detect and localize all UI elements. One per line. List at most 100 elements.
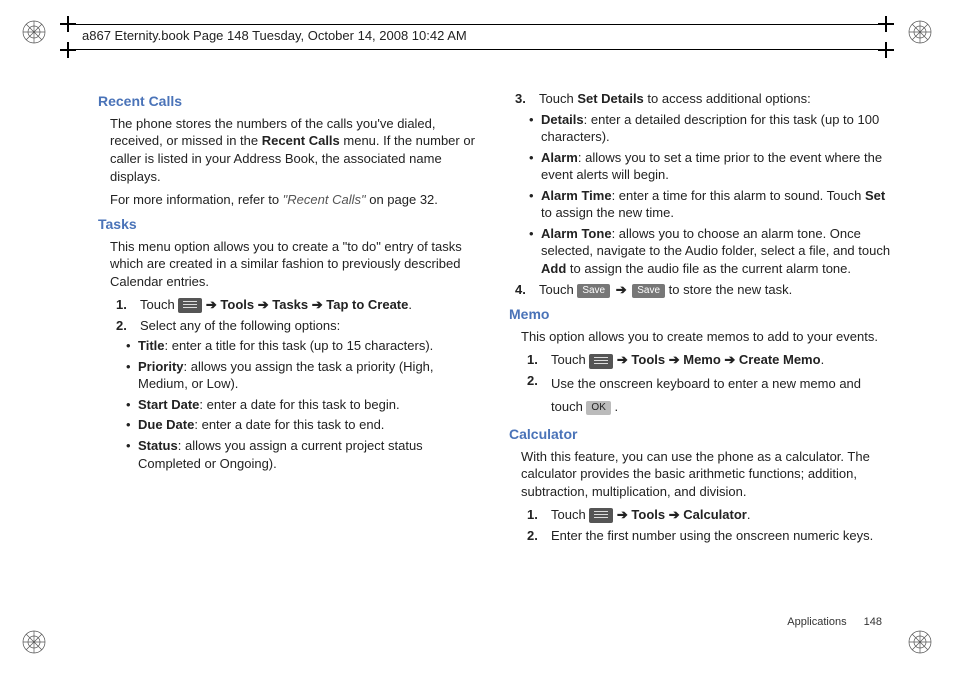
option-text: : enter a date for this task to begin. [199, 397, 399, 412]
text: . [747, 507, 751, 522]
step-1: 1. Touch ➔ Tools ➔ Calculator. [527, 506, 892, 524]
text: . [611, 399, 618, 414]
step-body: Select any of the following options: [140, 317, 481, 335]
step-4: 4. Touch Save ➔ Save to store the new ta… [515, 281, 892, 299]
nav-path: ➔ Tools ➔ Tasks ➔ Tap to Create [202, 297, 408, 312]
step-body: Enter the first number using the onscree… [551, 527, 892, 545]
banner-rule-top [68, 24, 886, 25]
tasks-options: Title: enter a title for this task (up t… [126, 337, 481, 472]
option-label: Priority [138, 359, 184, 374]
step-number: 1. [527, 506, 551, 524]
text: . [821, 352, 825, 367]
option-label: Details [541, 112, 584, 127]
option-label: Title [138, 338, 165, 353]
option-alarm-time: Alarm Time: enter a time for this alarm … [529, 187, 892, 222]
text: For more information, refer to [110, 192, 283, 207]
recent-calls-paragraph-1: The phone stores the numbers of the call… [110, 115, 481, 185]
body-columns: Recent Calls The phone stores the number… [98, 86, 892, 622]
page-footer: Applications 148 [787, 616, 882, 628]
ornament-top-left [22, 20, 46, 44]
option-text: : enter a detailed description for this … [541, 112, 879, 145]
calculator-steps: 1. Touch ➔ Tools ➔ Calculator. 2. Enter … [527, 506, 892, 544]
option-alarm: Alarm: allows you to set a time prior to… [529, 149, 892, 184]
add-bold: Add [541, 261, 566, 276]
text: Touch [551, 352, 589, 367]
option-label: Alarm Time [541, 188, 612, 203]
save-button-graphic: Save [577, 284, 610, 298]
option-details: Details: enter a detailed description fo… [529, 111, 892, 146]
option-label: Start Date [138, 397, 199, 412]
crop-mark-icon [60, 16, 76, 32]
text: on page 32. [366, 192, 438, 207]
heading-recent-calls: Recent Calls [98, 92, 481, 111]
ok-button-graphic: OK [586, 401, 610, 415]
option-text: : enter a title for this task (up to 15 … [165, 338, 434, 353]
step-body: Touch Set Details to access additional o… [539, 90, 892, 108]
recent-calls-bold: Recent Calls [262, 133, 340, 148]
header-title: a867 Eternity.book Page 148 Tuesday, Oct… [82, 28, 467, 43]
option-priority: Priority: allows you assign the task a p… [126, 358, 481, 393]
option-status: Status: allows you assign a current proj… [126, 437, 481, 472]
tasks-steps-cont: 3. Touch Set Details to access additiona… [515, 90, 892, 108]
set-details-options: Details: enter a detailed description fo… [529, 111, 892, 278]
text: Touch [551, 507, 589, 522]
option-label: Due Date [138, 417, 194, 432]
step-2: 2. Select any of the following options: [116, 317, 481, 335]
step-number: 1. [116, 296, 140, 314]
option-label: Alarm Tone [541, 226, 612, 241]
footer-page-number: 148 [864, 616, 882, 628]
tasks-steps: 1. Touch ➔ Tools ➔ Tasks ➔ Tap to Create… [116, 296, 481, 334]
menu-icon [589, 508, 613, 523]
step-body: Touch ➔ Tools ➔ Tasks ➔ Tap to Create. [140, 296, 481, 314]
text: to store the new task. [665, 282, 792, 297]
step-number: 3. [515, 90, 539, 108]
set-bold: Set [865, 188, 885, 203]
arrow-icon: ➔ [610, 282, 632, 297]
option-text: to assign the audio file as the current … [566, 261, 851, 276]
option-text: to assign the new time. [541, 205, 674, 220]
tasks-intro: This menu option allows you to create a … [110, 238, 481, 291]
memo-steps: 1. Touch ➔ Tools ➔ Memo ➔ Create Memo. 2… [527, 351, 892, 418]
crop-mark-icon [878, 42, 894, 58]
option-start-date: Start Date: enter a date for this task t… [126, 396, 481, 414]
page-root: a867 Eternity.book Page 148 Tuesday, Oct… [0, 0, 954, 682]
banner-rule-bottom [68, 49, 886, 50]
header-banner: a867 Eternity.book Page 148 Tuesday, Oct… [68, 24, 886, 50]
crop-mark-icon [60, 42, 76, 58]
step-1: 1. Touch ➔ Tools ➔ Memo ➔ Create Memo. [527, 351, 892, 369]
menu-icon [178, 298, 202, 313]
text: . [408, 297, 412, 312]
step-1: 1. Touch ➔ Tools ➔ Tasks ➔ Tap to Create… [116, 296, 481, 314]
step-body: Touch ➔ Tools ➔ Memo ➔ Create Memo. [551, 351, 892, 369]
step-body: Use the onscreen keyboard to enter a new… [551, 372, 892, 419]
nav-path: ➔ Tools ➔ Memo ➔ Create Memo [613, 352, 820, 367]
option-text: : enter a time for this alarm to sound. … [612, 188, 865, 203]
step-number: 2. [116, 317, 140, 335]
heading-calculator: Calculator [509, 425, 892, 444]
calculator-intro: With this feature, you can use the phone… [521, 448, 892, 501]
set-details-bold: Set Details [577, 91, 643, 106]
text: to access additional options: [644, 91, 811, 106]
step-3: 3. Touch Set Details to access additiona… [515, 90, 892, 108]
option-label: Alarm [541, 150, 578, 165]
cross-reference: "Recent Calls" [283, 192, 366, 207]
option-alarm-tone: Alarm Tone: allows you to choose an alar… [529, 225, 892, 278]
text: Touch [140, 297, 178, 312]
step-body: Touch Save ➔ Save to store the new task. [539, 281, 892, 299]
heading-tasks: Tasks [98, 215, 481, 234]
column-left: Recent Calls The phone stores the number… [98, 86, 481, 622]
step-number: 4. [515, 281, 539, 299]
step-2: 2. Use the onscreen keyboard to enter a … [527, 372, 892, 419]
nav-path: ➔ Tools ➔ Calculator [613, 507, 747, 522]
menu-icon [589, 354, 613, 369]
step-body: Touch ➔ Tools ➔ Calculator. [551, 506, 892, 524]
tasks-steps-cont-2: 4. Touch Save ➔ Save to store the new ta… [515, 281, 892, 299]
step-2: 2. Enter the first number using the onsc… [527, 527, 892, 545]
memo-intro: This option allows you to create memos t… [521, 328, 892, 346]
text: Touch [539, 91, 577, 106]
step-number: 2. [527, 372, 551, 419]
text: Touch [539, 282, 577, 297]
heading-memo: Memo [509, 305, 892, 324]
ornament-top-right [908, 20, 932, 44]
option-text: : enter a date for this task to end. [194, 417, 384, 432]
